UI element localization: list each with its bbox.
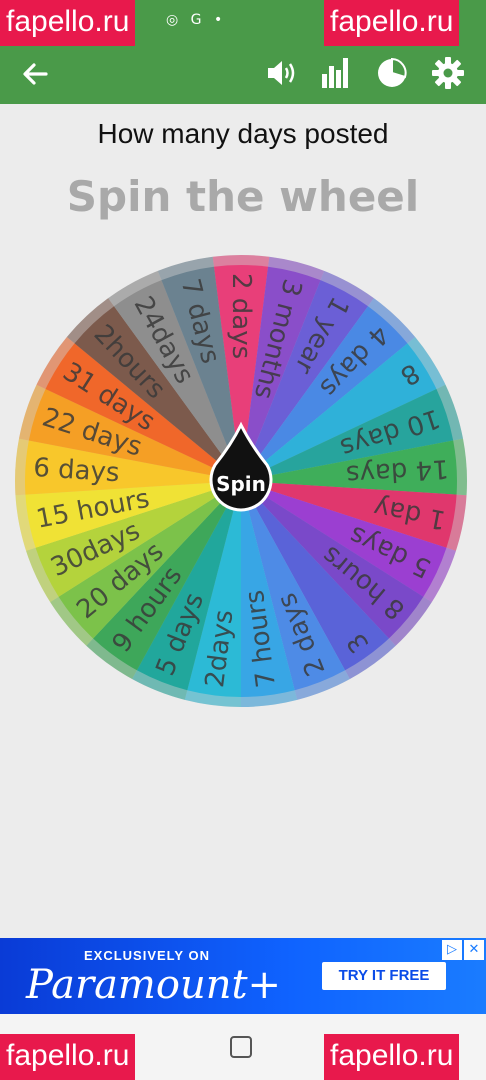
wheel-segment-label: 2 days <box>226 273 256 359</box>
bar-chart-icon[interactable] <box>320 56 350 88</box>
ad-top-text: EXCLUSIVELY ON <box>84 948 210 963</box>
page-title: How many days posted <box>97 118 389 149</box>
spin-wheel[interactable]: 2 days 3 months 1 year 4 days 8 10 days 14 day… <box>0 250 486 710</box>
app-bar <box>0 46 486 104</box>
pie-chart-icon[interactable] <box>376 57 408 89</box>
home-square-icon[interactable] <box>230 1036 252 1058</box>
watermark: fapello.ru <box>324 0 460 46</box>
ad-close-icon[interactable]: ✕ <box>464 940 484 960</box>
status-icons: ◎ G • <box>166 12 227 28</box>
wheel-segment-label: 6 days <box>32 453 120 488</box>
ad-brand-logo: Paramount+ <box>26 962 282 1008</box>
gear-icon[interactable] <box>432 57 464 89</box>
page-subtitle: Spin the wheel <box>66 172 420 221</box>
spin-button-label[interactable]: Spin <box>216 472 266 496</box>
ad-cta-button[interactable]: TRY IT FREE <box>322 962 446 990</box>
arrow-left-icon[interactable] <box>22 62 48 86</box>
wheel-segment-label: 14 days <box>345 453 449 489</box>
watermark: fapello.ru <box>324 1034 460 1080</box>
watermark: fapello.ru <box>0 1034 136 1080</box>
volume-icon[interactable] <box>266 58 298 88</box>
watermark: fapello.ru <box>0 0 136 46</box>
ad-badges: ▷ ✕ <box>442 940 484 960</box>
ad-info-icon[interactable]: ▷ <box>442 940 462 960</box>
